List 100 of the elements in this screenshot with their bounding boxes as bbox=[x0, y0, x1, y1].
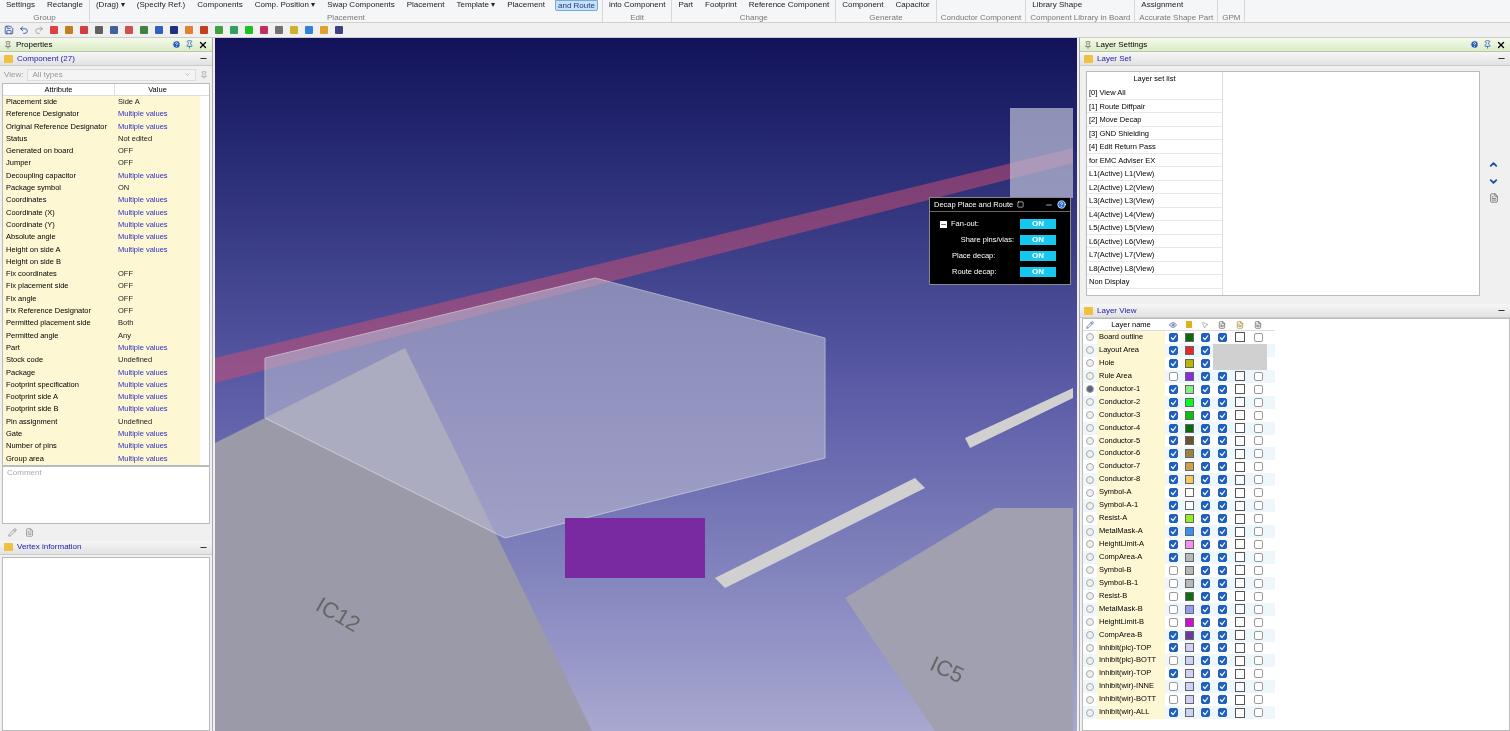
move-up-icon[interactable] bbox=[1488, 159, 1499, 170]
radio-button[interactable] bbox=[1086, 411, 1094, 420]
radio-button[interactable] bbox=[1086, 605, 1094, 614]
checkbox[interactable] bbox=[1217, 656, 1227, 666]
ribbon-button[interactable]: Rectangle bbox=[44, 0, 85, 9]
checkbox[interactable] bbox=[1253, 527, 1263, 537]
ribbon-button[interactable]: Part bbox=[676, 0, 696, 9]
checkbox[interactable] bbox=[1235, 500, 1245, 511]
checkbox[interactable] bbox=[1235, 707, 1245, 718]
checkbox[interactable] bbox=[1168, 449, 1178, 459]
checkbox[interactable] bbox=[1168, 527, 1178, 537]
checkbox[interactable] bbox=[1235, 474, 1245, 485]
ribbon-button[interactable]: Settings bbox=[4, 0, 37, 9]
close-icon[interactable] bbox=[1496, 39, 1506, 50]
color-swatch[interactable] bbox=[1184, 565, 1194, 575]
save-icon[interactable] bbox=[4, 25, 14, 35]
checkbox[interactable] bbox=[1168, 695, 1178, 705]
checkbox[interactable] bbox=[1235, 694, 1245, 705]
checkbox[interactable] bbox=[1200, 565, 1210, 575]
checkbox[interactable] bbox=[1235, 539, 1245, 550]
checkbox[interactable] bbox=[1200, 410, 1210, 420]
checkbox[interactable] bbox=[1168, 488, 1178, 498]
checkbox[interactable] bbox=[1217, 436, 1227, 446]
ribbon-button[interactable]: Template ▾ bbox=[454, 0, 498, 9]
checkbox[interactable] bbox=[1253, 384, 1263, 394]
checkbox[interactable] bbox=[1168, 617, 1178, 627]
radio-button[interactable] bbox=[1086, 553, 1094, 562]
checkbox[interactable] bbox=[1200, 552, 1210, 562]
checkbox[interactable] bbox=[1235, 642, 1245, 653]
checkbox[interactable] bbox=[1235, 668, 1245, 679]
color-swatch[interactable] bbox=[1184, 358, 1194, 368]
checkbox[interactable] bbox=[1168, 345, 1178, 355]
checkbox[interactable] bbox=[1168, 423, 1178, 433]
close-icon[interactable] bbox=[198, 39, 208, 50]
radio-button[interactable] bbox=[1086, 475, 1094, 484]
checkbox[interactable] bbox=[1217, 630, 1227, 640]
checkbox[interactable] bbox=[1253, 643, 1263, 653]
color-swatch[interactable] bbox=[1184, 449, 1194, 459]
checkbox[interactable] bbox=[1217, 565, 1227, 575]
checkbox[interactable] bbox=[1253, 397, 1263, 407]
checkbox[interactable] bbox=[1168, 501, 1178, 511]
ribbon-button[interactable]: Swap Components bbox=[325, 0, 397, 9]
checkbox[interactable] bbox=[1253, 475, 1263, 485]
checkbox[interactable] bbox=[1200, 397, 1210, 407]
checkbox[interactable] bbox=[1235, 604, 1245, 615]
checkbox[interactable] bbox=[1253, 488, 1263, 498]
radio-button[interactable] bbox=[1086, 424, 1094, 433]
radio-button[interactable] bbox=[1086, 449, 1094, 458]
checkbox[interactable] bbox=[1168, 682, 1178, 692]
checkbox[interactable] bbox=[1200, 332, 1210, 342]
checkbox[interactable] bbox=[1168, 332, 1178, 342]
checkbox[interactable] bbox=[1217, 695, 1227, 705]
checkbox[interactable] bbox=[1235, 526, 1245, 537]
radio-button[interactable] bbox=[1086, 540, 1094, 549]
checkbox[interactable] bbox=[1253, 578, 1263, 588]
checkbox[interactable] bbox=[1235, 397, 1245, 408]
collapse-icon[interactable] bbox=[940, 220, 947, 228]
checkbox[interactable] bbox=[1235, 423, 1245, 434]
radio-button[interactable] bbox=[1086, 579, 1094, 588]
comment-field[interactable]: Comment bbox=[2, 465, 210, 524]
checkbox[interactable] bbox=[1168, 462, 1178, 472]
color-swatch[interactable] bbox=[1184, 514, 1194, 524]
color-swatch[interactable] bbox=[1184, 604, 1194, 614]
checkbox[interactable] bbox=[1168, 604, 1178, 614]
ribbon-button[interactable]: Assignment bbox=[1139, 0, 1186, 9]
color-swatch[interactable] bbox=[1184, 656, 1194, 666]
color-swatch[interactable] bbox=[1184, 371, 1194, 381]
pin-icon[interactable] bbox=[1483, 40, 1492, 49]
color-swatch[interactable] bbox=[1184, 332, 1194, 342]
checkbox[interactable] bbox=[1217, 332, 1227, 342]
ribbon-button[interactable]: Component bbox=[840, 0, 886, 9]
radio-button[interactable] bbox=[1086, 592, 1094, 601]
checkbox[interactable] bbox=[1200, 462, 1210, 472]
ribbon-button[interactable]: into Component bbox=[606, 0, 668, 9]
checkbox[interactable] bbox=[1200, 345, 1210, 355]
checkbox[interactable] bbox=[1235, 487, 1245, 498]
radio-button[interactable] bbox=[1086, 488, 1094, 497]
radio-button[interactable] bbox=[1086, 708, 1094, 717]
checkbox[interactable] bbox=[1253, 436, 1263, 446]
checkbox[interactable] bbox=[1200, 384, 1210, 394]
radio-button[interactable] bbox=[1086, 333, 1094, 342]
checkbox[interactable] bbox=[1217, 578, 1227, 588]
checkbox[interactable] bbox=[1235, 681, 1245, 692]
radio-button[interactable] bbox=[1086, 398, 1094, 407]
checkbox[interactable] bbox=[1168, 565, 1178, 575]
checkbox[interactable] bbox=[1253, 371, 1263, 381]
ribbon-button[interactable]: Footprint bbox=[703, 0, 739, 9]
color-swatch[interactable] bbox=[1184, 488, 1194, 498]
checkbox[interactable] bbox=[1253, 449, 1263, 459]
color-swatch[interactable] bbox=[1184, 475, 1194, 485]
help-icon[interactable] bbox=[172, 40, 181, 49]
ribbon-button[interactable]: Comp. Position ▾ bbox=[252, 0, 318, 9]
ribbon-button[interactable]: Components bbox=[195, 0, 245, 9]
checkbox[interactable] bbox=[1200, 669, 1210, 679]
help-icon[interactable] bbox=[1057, 200, 1066, 209]
checkbox[interactable] bbox=[1200, 475, 1210, 485]
checkbox[interactable] bbox=[1253, 682, 1263, 692]
color-swatch[interactable] bbox=[1184, 591, 1194, 601]
checkbox[interactable] bbox=[1235, 384, 1245, 395]
checkbox[interactable] bbox=[1168, 708, 1178, 718]
